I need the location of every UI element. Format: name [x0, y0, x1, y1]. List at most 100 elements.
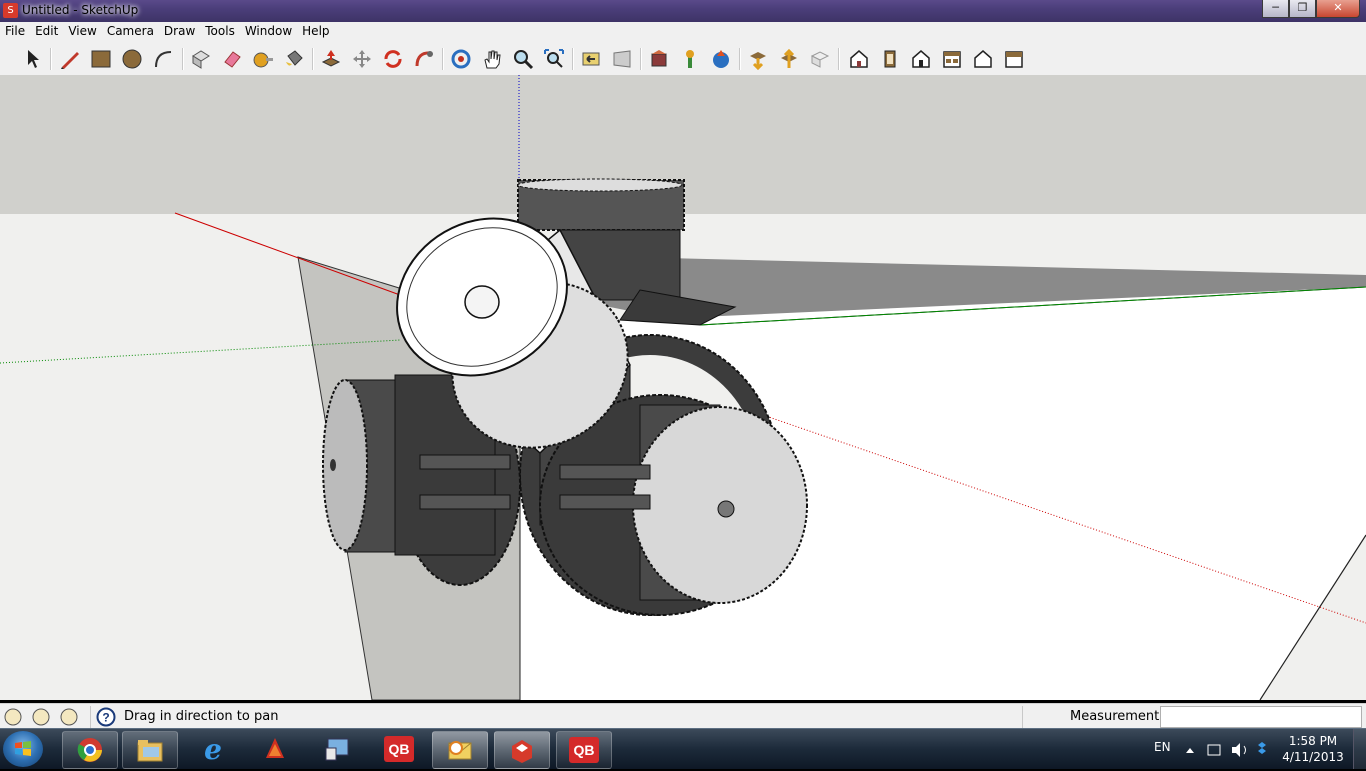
- taskbar-explorer-button[interactable]: [122, 731, 178, 769]
- credits-icon: [32, 708, 50, 726]
- maximize-button[interactable]: ❐: [1289, 0, 1316, 18]
- system-tray: EN 1:58 PM 4/11/2013: [1150, 729, 1366, 769]
- select-tool-icon[interactable]: [20, 46, 46, 72]
- component-download-icon[interactable]: [745, 46, 771, 72]
- geo-location-icon: [4, 708, 22, 726]
- menu-edit[interactable]: Edit: [30, 22, 63, 38]
- menu-draw[interactable]: Draw: [159, 22, 200, 38]
- system-clock[interactable]: 1:58 PM 4/11/2013: [1282, 733, 1344, 765]
- toolbar-separator: [640, 48, 642, 70]
- eraser-tool-icon[interactable]: [219, 46, 245, 72]
- taskbar-quickbooks-2-button[interactable]: QB: [556, 731, 612, 769]
- show-hidden-icons-icon: [1186, 748, 1194, 753]
- orbit-tool-icon[interactable]: [448, 46, 474, 72]
- share-model-icon[interactable]: [677, 46, 703, 72]
- front-view-icon[interactable]: [908, 46, 934, 72]
- volume-icon: [1232, 743, 1240, 757]
- taskbar-quickbooks-button[interactable]: QB: [372, 731, 426, 767]
- zoom-extents-icon[interactable]: [541, 46, 567, 72]
- quickbooks-icon: QB: [569, 737, 599, 763]
- measurements-input[interactable]: [1160, 706, 1362, 728]
- folder-icon: [137, 740, 163, 762]
- component-share-icon[interactable]: [776, 46, 802, 72]
- status-bar: ? Drag in direction to pan Measurements: [0, 703, 1366, 730]
- title-bar: S Untitled - SketchUp ─ ❐ ✕: [0, 0, 1366, 22]
- action-center-icon: [1207, 744, 1221, 756]
- taskbar-ie-button[interactable]: e: [186, 731, 240, 767]
- arc-tool-icon[interactable]: [150, 46, 176, 72]
- menu-file[interactable]: File: [0, 22, 30, 38]
- next-view-icon[interactable]: [609, 46, 635, 72]
- toolbar-separator: [442, 48, 444, 70]
- language-indicator[interactable]: EN: [1154, 740, 1171, 754]
- dropbox-icon: [1258, 742, 1266, 754]
- clock-time: 1:58 PM: [1288, 734, 1338, 748]
- menu-help[interactable]: Help: [297, 22, 334, 38]
- pan-hand-icon[interactable]: [479, 46, 505, 72]
- outlook-icon: [448, 741, 472, 760]
- taskbar-outlook-button[interactable]: [432, 731, 488, 769]
- sketchup-app-icon[interactable]: S: [3, 3, 18, 18]
- rectangle-tool-icon[interactable]: [88, 46, 114, 72]
- tape-measure-icon[interactable]: [250, 46, 276, 72]
- network-app-icon: [325, 738, 349, 761]
- rotate-tool-icon[interactable]: [380, 46, 406, 72]
- dynamic-component-icon[interactable]: [807, 46, 833, 72]
- status-icons: [4, 708, 78, 726]
- status-separator: [90, 706, 91, 728]
- toolbar-separator: [739, 48, 741, 70]
- menu-tools[interactable]: Tools: [200, 22, 240, 38]
- svg-text:?: ?: [102, 711, 109, 725]
- status-separator: [1022, 706, 1023, 728]
- toolbar-separator: [838, 48, 840, 70]
- scene-canvas: [0, 75, 1366, 700]
- push-pull-icon[interactable]: [318, 46, 344, 72]
- get-models-icon[interactable]: [646, 46, 672, 72]
- iso-view-icon[interactable]: [846, 46, 872, 72]
- minimize-button[interactable]: ─: [1262, 0, 1289, 18]
- toolbar-separator: [572, 48, 574, 70]
- circle-tool-icon[interactable]: [119, 46, 145, 72]
- right-view-icon[interactable]: [939, 46, 965, 72]
- toolbar-separator: [50, 48, 52, 70]
- toolbar-separator: [312, 48, 314, 70]
- menu-window[interactable]: Window: [240, 22, 297, 38]
- start-button[interactable]: [3, 731, 43, 767]
- sketchup-icon: [512, 740, 532, 763]
- menu-bar: File Edit View Camera Draw Tools Window Help: [0, 22, 1366, 42]
- windows-taskbar: e QB QB EN 1:58 PM 4/11/2013: [0, 728, 1366, 769]
- tray-icons: [1186, 742, 1266, 757]
- instructor-help-icon[interactable]: ?: [96, 707, 116, 727]
- ccleaner-icon: [266, 738, 284, 758]
- back-view-icon[interactable]: [970, 46, 996, 72]
- move-tool-icon[interactable]: [349, 46, 375, 72]
- show-desktop-button[interactable]: [1353, 729, 1366, 769]
- taskbar-ccleaner-button[interactable]: [248, 731, 302, 767]
- quickbooks-icon: QB: [384, 736, 414, 762]
- taskbar-sketchup-button[interactable]: [494, 731, 550, 769]
- previous-view-icon[interactable]: [578, 46, 604, 72]
- line-tool-icon[interactable]: [57, 46, 83, 72]
- left-view-icon[interactable]: [1001, 46, 1027, 72]
- svg-text:e: e: [204, 734, 222, 764]
- taskbar-chrome-button[interactable]: [62, 731, 118, 769]
- window-controls: ─ ❐ ✕: [1262, 0, 1360, 18]
- chrome-icon: [77, 738, 102, 762]
- menu-camera[interactable]: Camera: [102, 22, 159, 38]
- follow-me-icon[interactable]: [411, 46, 437, 72]
- top-view-icon[interactable]: [877, 46, 903, 72]
- google-earth-icon[interactable]: [708, 46, 734, 72]
- paint-bucket-icon[interactable]: [281, 46, 307, 72]
- internet-explorer-icon: e: [204, 734, 222, 764]
- menu-view[interactable]: View: [63, 22, 101, 38]
- make-component-icon[interactable]: [188, 46, 214, 72]
- zoom-tool-icon[interactable]: [510, 46, 536, 72]
- status-hint: Drag in direction to pan: [124, 709, 279, 724]
- window-title: Untitled - SketchUp: [22, 3, 139, 17]
- account-icon: [60, 708, 78, 726]
- modeling-viewport[interactable]: [0, 75, 1366, 700]
- main-toolbar: [0, 42, 1366, 76]
- toolbar-separator: [182, 48, 184, 70]
- taskbar-network-button[interactable]: [310, 731, 364, 767]
- close-button[interactable]: ✕: [1316, 0, 1360, 18]
